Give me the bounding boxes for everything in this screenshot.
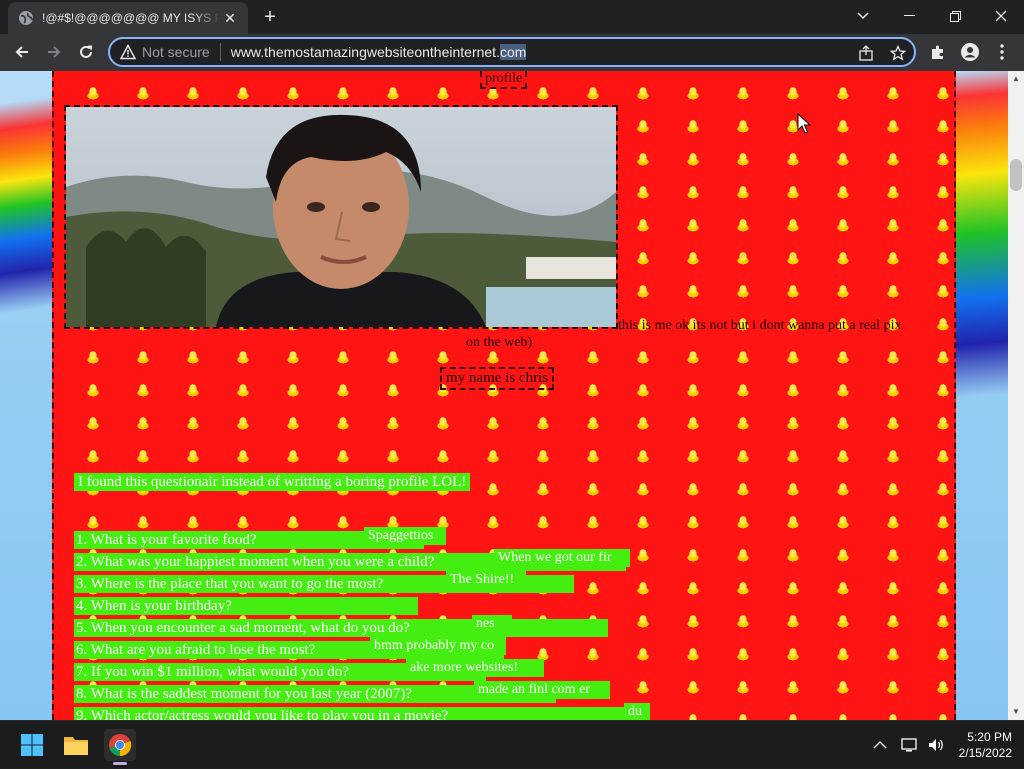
chevron-up-icon[interactable] [873, 740, 887, 750]
tab-search-button[interactable] [840, 0, 886, 32]
question-text: 5. When you encounter a sad moment, what… [76, 620, 410, 636]
address-bar[interactable]: Not secure www.themostamazingwebsiteonth… [108, 37, 916, 67]
restore-icon [949, 10, 961, 22]
photo-caption-continued: on the web) [466, 335, 533, 350]
question-text: 9. Which actor/actress would you like to… [76, 708, 449, 720]
question-text: 4. When is your birthday? [76, 598, 232, 614]
new-tab-button[interactable]: + [258, 6, 282, 28]
tab-title: !@#$!@@@@@@@ MY ISYS PROFILE [42, 11, 220, 25]
question-text: 3. Where is the place that you want to g… [76, 576, 384, 592]
clock-time: 5:20 PM [967, 730, 1012, 744]
globe-favicon-icon [19, 11, 33, 25]
profile-icon [961, 43, 979, 61]
tab-strip: !@#$!@@@@@@@ MY ISYS PROFILE ✕ + [0, 0, 1024, 34]
minimize-icon [903, 15, 915, 16]
start-button[interactable] [16, 729, 48, 761]
profile-heading: profile [480, 71, 528, 89]
forward-icon [48, 46, 61, 58]
scroll-thumb[interactable] [1010, 159, 1022, 191]
url-selected: com [499, 44, 527, 60]
windows-taskbar: 5:20 PM 2/15/2022 [0, 720, 1024, 768]
answer-text: ake more websites! [406, 659, 544, 677]
mouse-cursor-icon [797, 113, 811, 134]
profile-photo [64, 105, 618, 329]
scroll-down-arrow-icon[interactable]: ▼ [1008, 704, 1024, 720]
answer-text: made an finl com er [474, 681, 610, 699]
profile-panel: profile this is me ok its not but i dont… [52, 71, 956, 720]
extensions-button[interactable] [924, 38, 952, 66]
question-text: 7. If you win $1 million, what would you… [76, 664, 349, 680]
back-button[interactable] [8, 38, 36, 66]
clock-date: 2/15/2022 [958, 746, 1012, 760]
forward-button[interactable] [40, 38, 68, 66]
browser-tab[interactable]: !@#$!@@@@@@@ MY ISYS PROFILE ✕ [8, 2, 248, 34]
reload-icon [80, 45, 92, 58]
url-text[interactable]: www.themostamazingwebsiteontheinternet.c… [231, 44, 527, 60]
menu-button[interactable] [988, 38, 1016, 66]
close-window-button[interactable] [978, 0, 1024, 32]
question-text: 1. What is your favorite food? [76, 532, 257, 548]
question-text: 6. What are you afraid to lose the most? [76, 642, 316, 658]
answer-text: The Shire!! [446, 571, 526, 589]
chrome-icon [109, 734, 132, 757]
answer-text: nes [472, 615, 512, 633]
photo-caption: this is me ok its not but i dont wanna p… [618, 318, 902, 333]
system-tray: 5:20 PM 2/15/2022 [873, 721, 1012, 769]
questionnaire-intro: I found this questionair instead of writ… [74, 473, 471, 491]
rainbow-background-left [0, 71, 52, 720]
browser-toolbar: Not secure www.themostamazingwebsiteonth… [0, 34, 1024, 71]
question-row: 5. When you encounter a sad moment, what… [74, 619, 608, 637]
warning-icon [120, 44, 136, 60]
security-label[interactable]: Not secure [142, 44, 210, 60]
network-icon[interactable] [900, 737, 919, 753]
taskbar-clock[interactable]: 5:20 PM 2/15/2022 [959, 729, 1012, 761]
profile-button[interactable] [956, 38, 984, 66]
chrome-taskbar-button[interactable] [104, 729, 136, 765]
name-label: my name is chris [440, 367, 555, 390]
file-explorer-icon [64, 737, 88, 755]
question-row: 4. When is your birthday? [74, 597, 418, 615]
volume-icon[interactable] [927, 737, 945, 753]
back-icon [15, 46, 28, 58]
file-explorer-button[interactable] [60, 729, 92, 761]
star-icon[interactable] [890, 45, 906, 61]
page-scrollbar[interactable]: ▲ ▼ [1008, 71, 1024, 720]
share-icon[interactable] [858, 45, 874, 61]
address-separator [219, 43, 221, 61]
reload-button[interactable] [72, 38, 100, 66]
extensions-icon [932, 45, 943, 59]
windows-start-icon [21, 734, 43, 756]
question-text: 8. What is the saddest moment for you la… [76, 686, 412, 702]
restore-button[interactable] [932, 0, 978, 32]
question-row: 9. Which actor/actress would you like to… [74, 707, 648, 720]
answer-text: When we got our fir [494, 549, 630, 567]
url-main: www.themostamazingwebsiteontheinternet. [230, 44, 500, 60]
menu-icon [1000, 44, 1004, 60]
answer-text: du [624, 703, 650, 720]
close-icon [995, 10, 1007, 22]
scroll-up-arrow-icon[interactable]: ▲ [1008, 71, 1024, 87]
close-tab-icon[interactable]: ✕ [222, 10, 238, 26]
rainbow-background-right [956, 71, 1008, 720]
answer-text: hmm probably my co [370, 637, 506, 655]
question-text: 2. What was your happiest moment when yo… [76, 554, 435, 570]
minimize-button[interactable] [886, 0, 932, 32]
answer-text: Spaggettios [364, 527, 446, 545]
chevron-down-icon [857, 12, 869, 20]
page-viewport[interactable]: profile this is me ok its not but i dont… [0, 71, 1008, 720]
